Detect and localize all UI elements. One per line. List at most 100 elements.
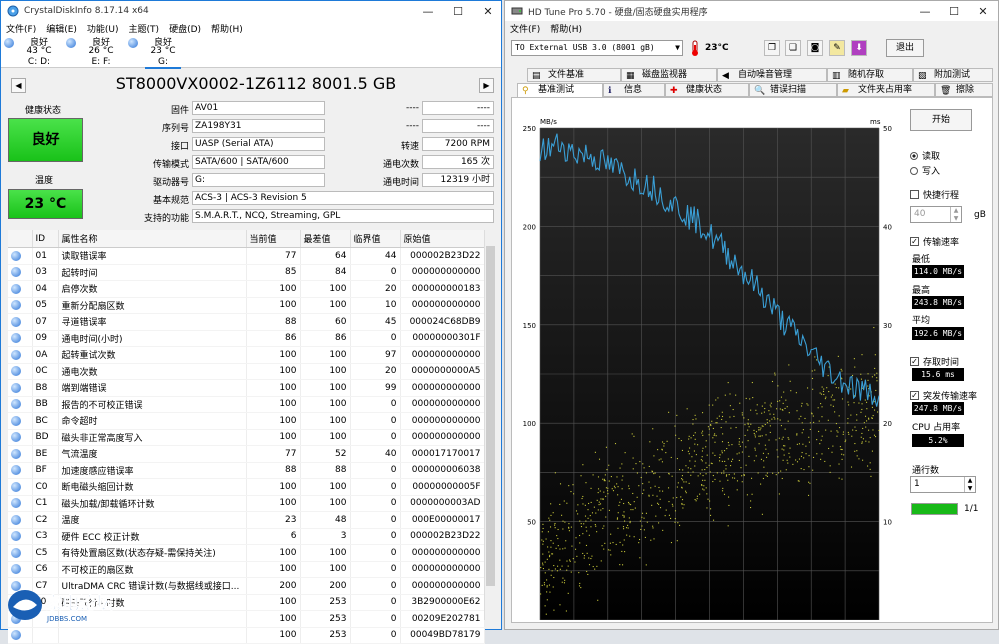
write-radio[interactable] [910,166,918,175]
tab-error-scan[interactable]: 🔍 错误扫描 [749,83,837,97]
hdt-minimize-button[interactable]: — [910,1,940,21]
tab-random-access[interactable]: ▥ 随机存取 [827,68,913,82]
table-row[interactable]: BC 命令超时 100 100 0 000000000000 [8,412,485,430]
table-row[interactable]: 03 起转时间 85 84 0 000000000000 [8,264,485,281]
stepper-arrows-icon[interactable]: ▲ ▼ [964,477,975,492]
hdt-close-button[interactable]: ✕ [968,1,998,21]
cdi-menu-theme[interactable]: 主题(T) [124,22,165,35]
table-row[interactable]: BF 加速度感应错误率 88 88 0 000000006038 [8,462,485,479]
health-status-box[interactable]: 良好 [8,118,83,162]
access-time-point [747,419,749,421]
tab-folder-usage[interactable]: ▰ 文件夹占用率 [837,83,935,97]
table-scrollbar[interactable] [484,230,496,620]
access-time-point [598,458,601,460]
short-stroke-checkbox[interactable] [910,190,919,199]
hdt-maximize-button[interactable]: ☐ [939,1,969,21]
table-row[interactable]: BE 气流温度 77 52 40 000017170017 [8,445,485,463]
col-current[interactable]: 当前值 [246,230,301,248]
read-option[interactable]: 读取 [910,149,940,162]
scrollbar-thumb[interactable] [486,246,495,586]
tab-file-benchmark[interactable]: ▤ 文件基准 [527,68,621,82]
table-row[interactable]: 05 重新分配扇区数 100 100 10 000000000000 [8,297,485,314]
drive-tab-c[interactable]: 良好 43 °C C: D: [1,35,63,67]
read-radio[interactable] [910,151,918,160]
read-label: 读取 [922,152,941,162]
col-attribute[interactable]: 属性名称 [58,230,247,248]
table-row[interactable]: C2 温度 23 48 0 000E00000017 [8,511,485,529]
access-time-point [659,476,661,478]
short-stroke-stepper[interactable]: 40 ▲ ▼ [910,206,962,223]
table-row[interactable]: C6 不可校正的扇区数 100 100 0 000000000000 [8,561,485,578]
start-button[interactable]: 开始 [910,109,972,131]
table-row[interactable]: 0C 通电次数 100 100 20 0000000000A5 [8,363,485,380]
table-row[interactable]: C0 断电磁头缩回计数 100 100 0 00000000005F [8,478,485,496]
cdi-menu-file[interactable]: 文件(F) [1,22,41,35]
options-icon[interactable]: ✎ [829,40,845,56]
col-raw[interactable]: 原始值 [400,230,485,248]
access-time-checkbox[interactable]: ✓ [910,357,919,366]
access-time-point [629,535,631,537]
tab-benchmark[interactable]: ⚲ 基准测试 [517,83,603,97]
prev-disk-button[interactable]: ◀ [11,78,26,93]
table-row[interactable]: 07 寻道错误率 88 60 45 000024C68DB9 [8,313,485,331]
drive-tab-e[interactable]: 良好 26 °C E: F: [63,35,125,67]
access-time-point [782,436,784,438]
transfer-rate-option[interactable]: ✓ 传输速率 [910,235,959,248]
col-threshold[interactable]: 临界值 [350,230,401,248]
row-status-icon-cell [8,511,33,529]
temperature-box[interactable]: 23 °C [8,189,83,219]
cdi-maximize-button[interactable]: ☐ [443,1,473,21]
tab-aam[interactable]: ◀ 自动噪音管理 [717,68,827,82]
access-time-point [820,403,822,405]
table-row[interactable]: C3 硬件 ECC 校正计数 6 3 0 000002B23D22 [8,528,485,545]
cdi-menu-disk[interactable]: 硬盘(D) [164,22,206,35]
short-stroke-value: 40 [914,209,926,219]
exit-button[interactable]: 退出 [886,39,924,57]
tab-disk-monitor[interactable]: ▦ 磁盘监视器 [621,68,717,82]
burst-rate-option[interactable]: ✓ 突发传输速率 [910,389,977,402]
cdi-menu-edit[interactable]: 编辑(E) [41,22,82,35]
access-time-point [777,472,780,474]
write-option[interactable]: 写入 [910,164,940,177]
drive-select[interactable]: TO External USB 3.0 (8001 gB) ▼ [511,40,683,56]
copy-image-icon[interactable]: ❏ [785,40,801,56]
table-row[interactable]: C1 磁头加载/卸载循环计数 100 100 0 0000000003AD [8,495,485,512]
access-time-point [754,436,756,438]
cdi-menu-function[interactable]: 功能(U) [82,22,124,35]
hdt-menu-file[interactable]: 文件(F) [505,22,545,35]
stepper-arrows-icon[interactable]: ▲ ▼ [950,207,961,222]
table-row[interactable]: BD 磁头非正常高度写入 100 100 0 000000000000 [8,429,485,446]
transfer-rate-checkbox[interactable]: ✓ [910,237,919,246]
cdi-close-button[interactable]: ✕ [473,1,503,21]
table-row[interactable]: 09 通电时间(小时) 86 86 0 00000000301F [8,330,485,347]
table-row[interactable]: B8 端到端错误 100 100 99 000000000000 [8,379,485,397]
save-download-icon[interactable]: ⬇ [851,40,867,56]
tab-erase[interactable]: 🗑 擦除 [935,83,993,97]
screenshot-camera-icon[interactable]: ◙ [807,40,823,56]
hdt-menu-help[interactable]: 帮助(H) [545,22,587,35]
table-row[interactable]: 01 读取错误率 77 64 44 000002B23D22 [8,247,485,265]
tab-extra-tests[interactable]: ▧ 附加测试 [913,68,993,82]
passes-stepper[interactable]: 1 ▲ ▼ [910,476,976,493]
access-time-point [803,457,805,459]
table-row[interactable]: C5 有待处置扇区数(状态存疑-需保持关注) 100 100 0 000000000000 [8,544,485,562]
access-time-point [834,411,836,413]
col-worst[interactable]: 最差值 [300,230,351,248]
burst-rate-checkbox[interactable]: ✓ [910,391,919,400]
access-time-point [559,568,561,570]
copy-text-icon[interactable]: ❐ [764,40,780,56]
tab-health[interactable]: ✚ 健康状态 [665,83,749,97]
tab-info[interactable]: ℹ 信息 [603,83,665,97]
short-stroke-option[interactable]: 快捷行程 [910,188,959,201]
access-time-point [717,397,719,399]
col-id[interactable]: ID [32,230,59,248]
drive-tab-g[interactable]: 良好 23 °C G: [125,35,187,69]
cdi-minimize-button[interactable]: — [413,1,443,21]
table-row[interactable]: 100 253 0 00049BD78179 [8,627,485,644]
table-row[interactable]: BB 报告的不可校正错误 100 100 0 000000000000 [8,396,485,413]
cdi-menu-help[interactable]: 帮助(H) [206,22,248,35]
table-row[interactable]: 0A 起转重试次数 100 100 97 000000000000 [8,346,485,364]
table-row[interactable]: 04 启停次数 100 100 20 000000000183 [8,280,485,298]
next-disk-button[interactable]: ▶ [479,78,494,93]
access-time-option[interactable]: ✓ 存取时间 [910,355,959,368]
